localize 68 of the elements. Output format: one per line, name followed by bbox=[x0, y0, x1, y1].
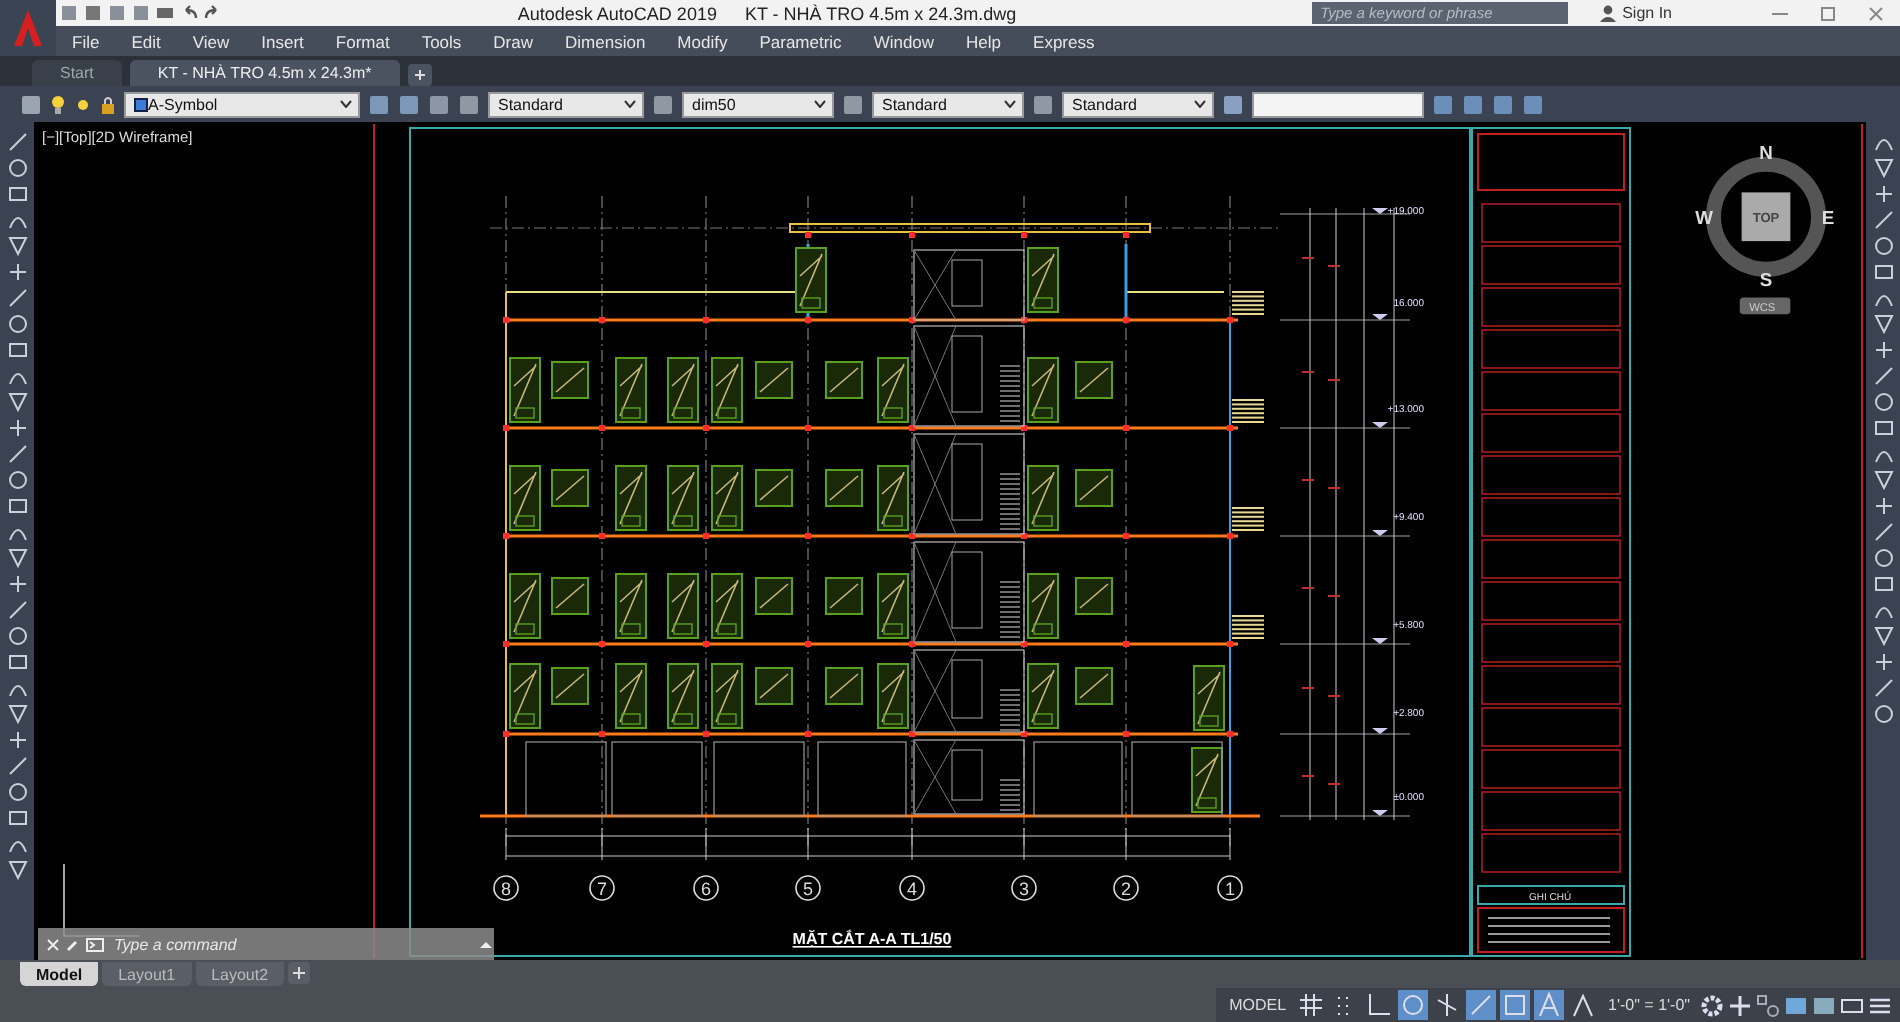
dropdown-caret-icon[interactable] bbox=[340, 100, 352, 108]
menu-item[interactable]: Window bbox=[857, 31, 951, 51]
dropdown-caret-icon[interactable] bbox=[624, 100, 636, 108]
menu-item[interactable]: Draw bbox=[477, 31, 550, 51]
caret-icon[interactable] bbox=[478, 939, 494, 949]
compass-letter[interactable]: W bbox=[1695, 208, 1713, 229]
grid-axis-marker: 5 bbox=[795, 875, 821, 901]
dropdown-caret-icon[interactable] bbox=[1194, 100, 1206, 108]
undo-icon[interactable] bbox=[180, 4, 198, 22]
viewcube-face[interactable] bbox=[1741, 192, 1791, 242]
menu-icon[interactable] bbox=[1868, 993, 1892, 1017]
layer-dropdown[interactable]: A-Symbol bbox=[124, 91, 360, 117]
menu-item[interactable]: Insert bbox=[245, 31, 320, 51]
sun-icon[interactable] bbox=[74, 95, 92, 113]
new-layout-icon[interactable] bbox=[288, 962, 311, 984]
annotation-scale-button[interactable]: 1'-0" = 1'-0" bbox=[1602, 996, 1696, 1014]
grid-axis-marker: 1 bbox=[1217, 875, 1243, 901]
menu-item[interactable]: File bbox=[56, 31, 116, 51]
text-style-dropdown[interactable]: Standard bbox=[488, 91, 644, 117]
sign-in-button[interactable]: Sign In bbox=[1588, 2, 1684, 24]
close-icon[interactable] bbox=[1868, 5, 1884, 21]
menu-item[interactable]: Help bbox=[950, 31, 1018, 51]
text-field[interactable] bbox=[1252, 91, 1424, 117]
grid-axis-marker: 8 bbox=[493, 875, 519, 901]
user-icon[interactable] bbox=[1600, 4, 1617, 22]
menu-item[interactable]: Express bbox=[1017, 31, 1111, 51]
grid-axis-marker: 6 bbox=[693, 875, 719, 901]
wrench-icon[interactable] bbox=[66, 937, 80, 951]
menu-item[interactable]: Format bbox=[319, 31, 406, 51]
new-tab-icon[interactable] bbox=[407, 64, 432, 86]
grid-axis-marker: 2 bbox=[1113, 875, 1139, 901]
compass-letter[interactable]: S bbox=[1759, 270, 1773, 291]
grid-axis-marker: 4 bbox=[899, 875, 925, 901]
menu-item[interactable]: Modify bbox=[661, 31, 744, 51]
maximize-icon[interactable] bbox=[1820, 5, 1836, 21]
redo-icon[interactable] bbox=[204, 4, 222, 22]
lock-icon[interactable] bbox=[100, 95, 116, 113]
picture-icon[interactable] bbox=[1812, 993, 1836, 1017]
grid-axis-marker: 3 bbox=[1011, 875, 1037, 901]
isolate-objects-icon[interactable] bbox=[1756, 993, 1780, 1017]
plus-icon[interactable] bbox=[1728, 993, 1752, 1017]
file-title: KT - NHÀ TRO 4.5m x 24.3m.dwg bbox=[744, 3, 1017, 23]
layout-tab[interactable]: Model bbox=[20, 962, 99, 986]
menu-item[interactable]: Dimension bbox=[549, 31, 662, 51]
gear-icon[interactable] bbox=[1700, 993, 1724, 1017]
menu-item[interactable]: Edit bbox=[115, 31, 177, 51]
dropdown-caret-icon[interactable] bbox=[1004, 100, 1016, 108]
table-style-dropdown[interactable]: Standard bbox=[872, 91, 1024, 117]
center-mark-icon[interactable] bbox=[1871, 494, 1895, 518]
drawing-title: MẶT CẮT A-A TL1/50 bbox=[792, 930, 952, 948]
dropdown-caret-icon[interactable] bbox=[814, 100, 826, 108]
menu-item[interactable]: View bbox=[176, 31, 246, 51]
compass-letter[interactable]: E bbox=[1821, 208, 1835, 229]
menu-item[interactable]: Tools bbox=[405, 31, 478, 51]
command-field[interactable]: Type a command bbox=[110, 933, 472, 955]
document-tab[interactable]: Start bbox=[32, 60, 122, 86]
light-bulb-icon[interactable] bbox=[50, 93, 66, 115]
app-title: Autodesk AutoCAD 2019 bbox=[517, 3, 717, 23]
menu-item[interactable]: Parametric bbox=[743, 31, 858, 51]
compass-letter[interactable]: N bbox=[1759, 142, 1773, 163]
window-icon[interactable] bbox=[1840, 993, 1864, 1017]
document-tab[interactable]: KT - NHÀ TRO 4.5m x 24.3m* bbox=[129, 60, 400, 86]
model-space-button[interactable]: MODEL bbox=[1223, 996, 1293, 1014]
dimension-style-dropdown[interactable]: dim50 bbox=[682, 91, 834, 117]
prompt-icon[interactable] bbox=[86, 937, 104, 951]
multileader-style-dropdown[interactable]: Standard bbox=[1062, 91, 1214, 117]
color-swatch-icon bbox=[134, 97, 148, 111]
grid-axis-marker: 7 bbox=[589, 875, 615, 901]
